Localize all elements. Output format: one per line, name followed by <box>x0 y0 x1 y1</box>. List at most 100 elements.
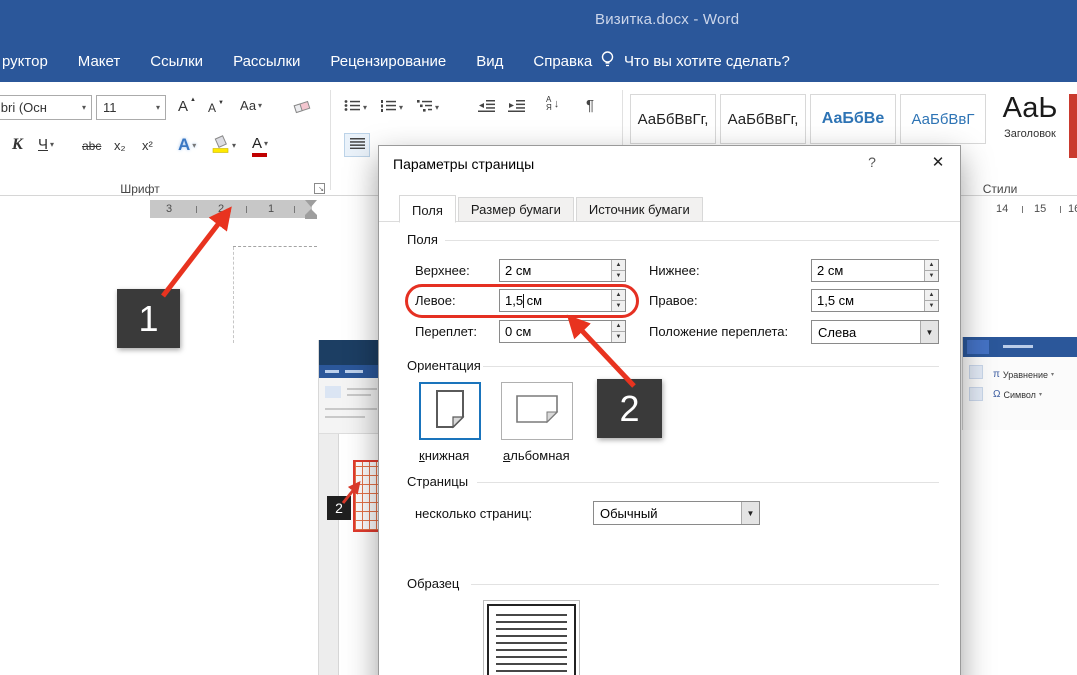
gutter-position-combobox[interactable]: Слева ▼ <box>811 320 939 344</box>
dialog-close-button[interactable]: ✕ <box>914 146 962 178</box>
spin-down-icon[interactable]: ▼ <box>925 270 938 281</box>
style-chip-normal[interactable]: АаБбВвГг, <box>630 94 716 144</box>
bottom-margin-value[interactable]: 2 см <box>812 260 924 281</box>
align-justify-button[interactable] <box>344 133 370 157</box>
dialog-help-button[interactable]: ? <box>861 154 883 170</box>
gallery-scroll-strip[interactable] <box>1069 94 1077 158</box>
mini-ribbon: π Уравнение ▾ Ω Символ ▾ <box>963 357 1077 430</box>
change-case-button[interactable]: Аа ▾ <box>240 98 262 113</box>
font-color-button[interactable]: А ▾ <box>252 135 268 157</box>
decrease-indent-button[interactable] <box>478 99 496 115</box>
first-line-indent-marker[interactable] <box>305 200 317 207</box>
chevron-down-icon[interactable]: ▾ <box>264 139 268 148</box>
chevron-down-icon[interactable]: ▾ <box>77 103 91 112</box>
mini-icon <box>969 365 983 379</box>
spin-up-icon[interactable]: ▲ <box>925 290 938 300</box>
orientation-portrait-tile[interactable] <box>419 382 481 440</box>
margins-group-label: Поля <box>407 232 438 247</box>
bottom-margin-label: Нижнее: <box>649 263 700 278</box>
mini-title-bar <box>963 337 1077 357</box>
style-chip-heading1[interactable]: АаБбВе <box>810 94 896 144</box>
chevron-down-icon: ▾ <box>435 102 440 112</box>
bullet-list-icon <box>344 99 361 115</box>
ruler-tick <box>196 206 197 213</box>
tab-help[interactable]: Справка <box>518 40 607 82</box>
bullets-button[interactable]: ▾ <box>344 99 367 115</box>
spin-up-icon[interactable]: ▲ <box>612 321 625 331</box>
mini-equation-label: Уравнение <box>1002 369 1048 380</box>
mini-tab-mark <box>325 370 339 373</box>
tab-references[interactable]: Ссылки <box>135 40 218 82</box>
lightbulb-icon <box>600 50 615 72</box>
dialog-tab-margins[interactable]: Поля <box>399 195 456 223</box>
font-size-combobox[interactable]: 11 ▾ <box>96 95 166 120</box>
numbering-button[interactable]: ▾ <box>380 99 403 115</box>
pi-icon: π <box>993 369 1000 380</box>
gutter-spinner[interactable]: 0 см ▲ ▼ <box>499 320 626 343</box>
spin-down-icon[interactable]: ▼ <box>925 300 938 311</box>
right-margin-spinner[interactable]: 1,5 см ▲ ▼ <box>811 289 939 312</box>
right-margin-label: Правое: <box>649 293 698 308</box>
chevron-down-icon[interactable]: ▼ <box>741 502 759 524</box>
spin-up-icon[interactable]: ▲ <box>612 260 625 270</box>
left-indent-marker[interactable] <box>305 215 317 219</box>
group-separator-line <box>445 240 939 241</box>
mini-symbol-item: Ω Символ ▾ <box>993 389 1042 400</box>
tab-mailings[interactable]: Рассылки <box>218 40 315 82</box>
landscape-option-label[interactable]: альбомная <box>503 448 570 463</box>
style-chip-no-spacing[interactable]: АаБбВвГг, <box>720 94 806 144</box>
chevron-down-icon[interactable]: ▾ <box>232 141 236 150</box>
multiple-pages-value: Обычный <box>600 505 658 521</box>
bottom-margin-spinner[interactable]: 2 см ▲ ▼ <box>811 259 939 282</box>
spin-down-icon[interactable]: ▼ <box>612 270 625 281</box>
tab-constructor[interactable]: руктор <box>0 40 63 82</box>
top-margin-spinner[interactable]: 2 см ▲ ▼ <box>499 259 626 282</box>
dialog-title-bar[interactable]: Параметры страницы ? ✕ <box>379 146 960 186</box>
portrait-option-label[interactable]: книжная <box>419 448 469 463</box>
subscript-button[interactable]: x₂ <box>114 138 126 153</box>
ribbon-tab-row: руктор Макет Ссылки Рассылки Рецензирова… <box>0 40 1077 82</box>
highlight-color-button[interactable]: ▾ <box>212 135 236 156</box>
grow-font-button[interactable]: А ▲ <box>178 97 196 116</box>
tell-me-search[interactable]: Что вы хотите сделать? <box>600 40 790 82</box>
style-chip-title[interactable]: АаЬ Заголовок <box>990 92 1070 140</box>
right-margin-value[interactable]: 1,5 см <box>812 290 924 311</box>
mini-step-2-badge: 2 <box>327 496 351 520</box>
chevron-down-icon[interactable]: ▼ <box>920 321 938 343</box>
dialog-tab-paper-size[interactable]: Размер бумаги <box>457 197 574 222</box>
spin-up-icon[interactable]: ▲ <box>925 260 938 270</box>
spin-down-icon[interactable]: ▼ <box>612 331 625 342</box>
strikethrough-button[interactable]: abc <box>82 139 101 153</box>
ruler-number: 1 <box>268 203 275 215</box>
chevron-down-icon: ▾ <box>192 140 197 150</box>
multilevel-list-button[interactable]: ▾ <box>416 99 439 115</box>
chevron-down-icon[interactable]: ▾ <box>151 103 165 112</box>
mini-sidebar <box>319 434 339 675</box>
font-dialog-launcher[interactable]: ↘ <box>314 183 325 194</box>
style-chip-heading2[interactable]: АаБбВвГ <box>900 94 986 144</box>
chevron-down-icon: ▾ <box>363 102 368 112</box>
superscript-button[interactable]: x² <box>142 138 153 153</box>
tab-view[interactable]: Вид <box>461 40 518 82</box>
clear-formatting-button[interactable] <box>292 99 312 118</box>
step-2-marker: 2 <box>597 379 662 438</box>
orientation-landscape-tile[interactable] <box>501 382 573 440</box>
multiple-pages-combobox[interactable]: Обычный ▼ <box>593 501 760 525</box>
increase-indent-button[interactable] <box>508 99 526 115</box>
shrink-font-button[interactable]: А ▼ <box>208 100 224 115</box>
tutorial-screenshot-right: π Уравнение ▾ Ω Символ ▾ <box>962 337 1077 430</box>
tab-layout[interactable]: Макет <box>63 40 135 82</box>
italic-button[interactable]: К <box>12 136 23 154</box>
show-paragraph-marks-button[interactable]: ¶ <box>586 97 594 114</box>
chevron-down-icon[interactable]: ▾ <box>50 140 54 149</box>
dialog-tab-paper-source[interactable]: Источник бумаги <box>575 197 703 222</box>
gutter-value[interactable]: 0 см <box>500 321 611 342</box>
font-name-combobox[interactable]: libri (Осн ▾ <box>0 95 92 120</box>
tab-review[interactable]: Рецензирование <box>315 40 461 82</box>
text-boundary-line <box>233 247 234 343</box>
underline-button[interactable]: Ч ▾ <box>38 136 54 153</box>
style-sample: АаЬ <box>1002 92 1058 124</box>
top-margin-value[interactable]: 2 см <box>500 260 611 281</box>
text-effects-button[interactable]: А ▾ <box>178 135 196 155</box>
sort-button[interactable]: АЯ ↓ <box>546 96 559 112</box>
